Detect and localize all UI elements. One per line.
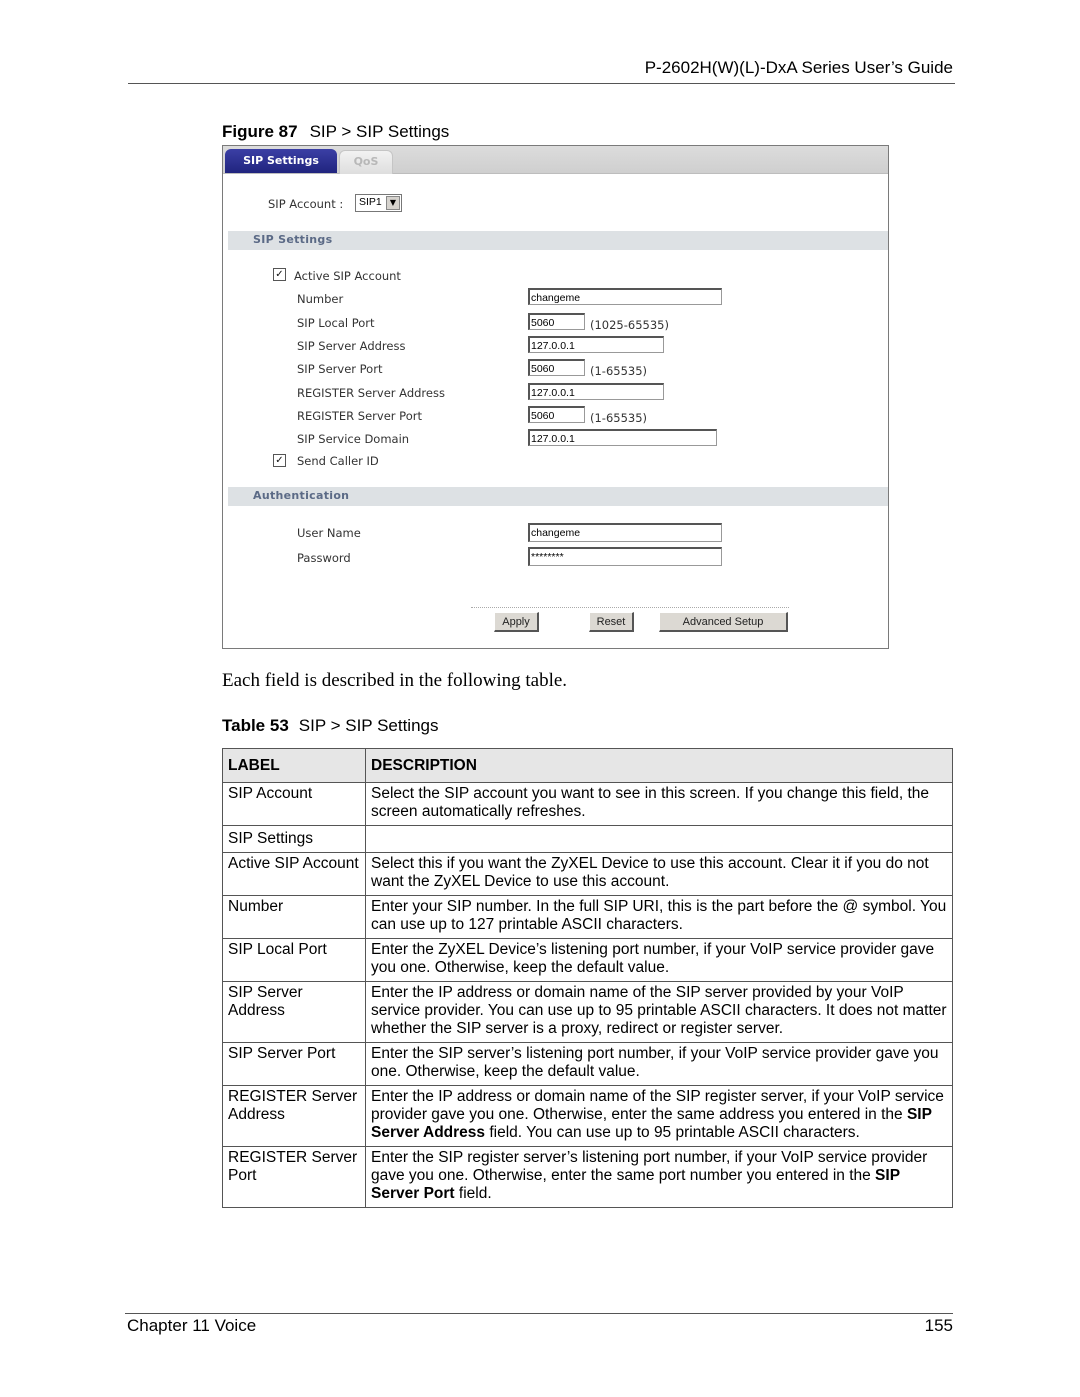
header-description: DESCRIPTION xyxy=(365,748,953,783)
active-sip-account-label: Active SIP Account xyxy=(294,269,401,283)
desc-text: Enter the SIP register server’s listenin… xyxy=(371,1149,928,1184)
sip-local-port-range: (1025-65535) xyxy=(590,318,669,332)
sip-server-port-input[interactable]: 5060 xyxy=(528,359,585,376)
register-server-address-input[interactable]: 127.0.0.1 xyxy=(528,383,664,400)
row-label: SIP Local Port xyxy=(222,938,366,982)
table-row: SIP Account Select the SIP account you w… xyxy=(222,782,953,826)
row-label: Number xyxy=(222,895,366,939)
row-description xyxy=(365,825,953,853)
tab-bar: SIP Settings QoS xyxy=(223,146,888,174)
checkmark-icon: ✓ xyxy=(275,455,284,466)
table-row: SIP Local Port Enter the ZyXEL Device’s … xyxy=(222,938,953,982)
section-sip-settings: SIP Settings xyxy=(228,231,888,250)
row-label: SIP Settings xyxy=(222,825,366,853)
table-row: SIP Server Port Enter the SIP server’s l… xyxy=(222,1042,953,1086)
desc-text: Enter the IP address or domain name of t… xyxy=(371,1088,944,1123)
row-label: REGISTER Server Address xyxy=(222,1085,366,1147)
sip-server-address-label: SIP Server Address xyxy=(297,339,406,353)
tab-qos[interactable]: QoS xyxy=(339,150,393,174)
user-name-label: User Name xyxy=(297,526,361,540)
footer-page-number: 155 xyxy=(924,1316,953,1335)
tab-sip-settings[interactable]: SIP Settings xyxy=(225,149,337,173)
row-label: REGISTER Server Port xyxy=(222,1146,366,1208)
sip-local-port-input[interactable]: 5060 xyxy=(528,313,585,330)
section-authentication: Authentication xyxy=(228,487,888,506)
row-description: Enter the IP address or domain name of t… xyxy=(365,981,953,1043)
sip-local-port-label: SIP Local Port xyxy=(297,316,375,330)
password-label: Password xyxy=(297,551,351,565)
send-caller-id-checkbox[interactable]: ✓ xyxy=(273,454,286,467)
row-label: SIP Account xyxy=(222,782,366,826)
field-description-table: LABEL DESCRIPTION SIP Account Select the… xyxy=(222,748,953,1208)
sip-settings-screenshot: SIP Settings QoS SIP Account : SIP1 ▼ SI… xyxy=(222,145,889,649)
table-title: SIP > SIP Settings xyxy=(298,716,439,735)
send-caller-id-label: Send Caller ID xyxy=(297,454,379,468)
header-rule xyxy=(128,83,955,84)
row-description: Enter the SIP server’s listening port nu… xyxy=(365,1042,953,1086)
register-server-port-input[interactable]: 5060 xyxy=(528,406,585,423)
table-number: Table 53 xyxy=(222,716,289,735)
sip-server-address-input[interactable]: 127.0.0.1 xyxy=(528,336,664,353)
active-sip-account-checkbox[interactable]: ✓ xyxy=(273,268,286,281)
number-input[interactable]: changeme xyxy=(528,288,722,305)
sip-server-port-range: (1-65535) xyxy=(590,364,648,378)
row-description: Enter the IP address or domain name of t… xyxy=(365,1085,953,1147)
row-label: Active SIP Account xyxy=(222,852,366,896)
apply-button[interactable]: Apply xyxy=(494,612,539,632)
desc-text: field. You can use up to 95 printable AS… xyxy=(485,1124,860,1141)
table-row: Number Enter your SIP number. In the ful… xyxy=(222,895,953,939)
footer-chapter: Chapter 11 Voice xyxy=(127,1316,257,1335)
table-caption: Table 53 SIP > SIP Settings xyxy=(222,716,439,736)
sip-service-domain-input[interactable]: 127.0.0.1 xyxy=(528,429,717,446)
footer-rule xyxy=(125,1313,953,1314)
figure-title: SIP > SIP Settings xyxy=(309,122,450,141)
password-input[interactable]: ******** xyxy=(528,547,722,566)
sip-service-domain-label: SIP Service Domain xyxy=(297,432,410,446)
row-description: Enter the ZyXEL Device’s listening port … xyxy=(365,938,953,982)
advanced-setup-button[interactable]: Advanced Setup xyxy=(659,612,788,632)
section-title: Authentication xyxy=(253,489,350,502)
chevron-down-icon[interactable]: ▼ xyxy=(386,196,400,210)
table-row: REGISTER Server Address Enter the IP add… xyxy=(222,1085,953,1147)
table-row: SIP Server Address Enter the IP address … xyxy=(222,981,953,1043)
row-description: Enter the SIP register server’s listenin… xyxy=(365,1146,953,1208)
number-label: Number xyxy=(297,292,344,306)
document-header-title: P-2602H(W)(L)-DxA Series User’s Guide xyxy=(644,58,953,77)
figure-number: Figure 87 xyxy=(222,122,298,141)
row-label: SIP Server Address xyxy=(222,981,366,1043)
user-name-input[interactable]: changeme xyxy=(528,523,722,542)
row-description: Enter your SIP number. In the full SIP U… xyxy=(365,895,953,939)
desc-text: field. xyxy=(454,1185,492,1202)
intro-paragraph: Each field is described in the following… xyxy=(222,670,568,691)
table-row: Active SIP Account Select this if you wa… xyxy=(222,852,953,896)
row-label: SIP Server Port xyxy=(222,1042,366,1086)
section-title: SIP Settings xyxy=(253,233,333,246)
register-server-address-label: REGISTER Server Address xyxy=(297,386,445,400)
table-row: REGISTER Server Port Enter the SIP regis… xyxy=(222,1146,953,1208)
header-label: LABEL xyxy=(222,748,366,783)
register-server-port-label: REGISTER Server Port xyxy=(297,409,422,423)
table-row: SIP Settings xyxy=(222,825,953,853)
sip-server-port-label: SIP Server Port xyxy=(297,362,383,376)
checkmark-icon: ✓ xyxy=(275,269,284,280)
reset-button[interactable]: Reset xyxy=(589,612,634,632)
button-divider xyxy=(471,607,789,608)
table-header-row: LABEL DESCRIPTION xyxy=(222,748,953,783)
figure-caption: Figure 87 SIP > SIP Settings xyxy=(222,122,449,142)
sip-account-value: SIP1 xyxy=(359,196,382,208)
sip-account-label: SIP Account : xyxy=(268,197,344,211)
row-description: Select this if you want the ZyXEL Device… xyxy=(365,852,953,896)
sip-account-select[interactable]: SIP1 ▼ xyxy=(355,194,402,212)
row-description: Select the SIP account you want to see i… xyxy=(365,782,953,826)
register-server-port-range: (1-65535) xyxy=(590,411,648,425)
